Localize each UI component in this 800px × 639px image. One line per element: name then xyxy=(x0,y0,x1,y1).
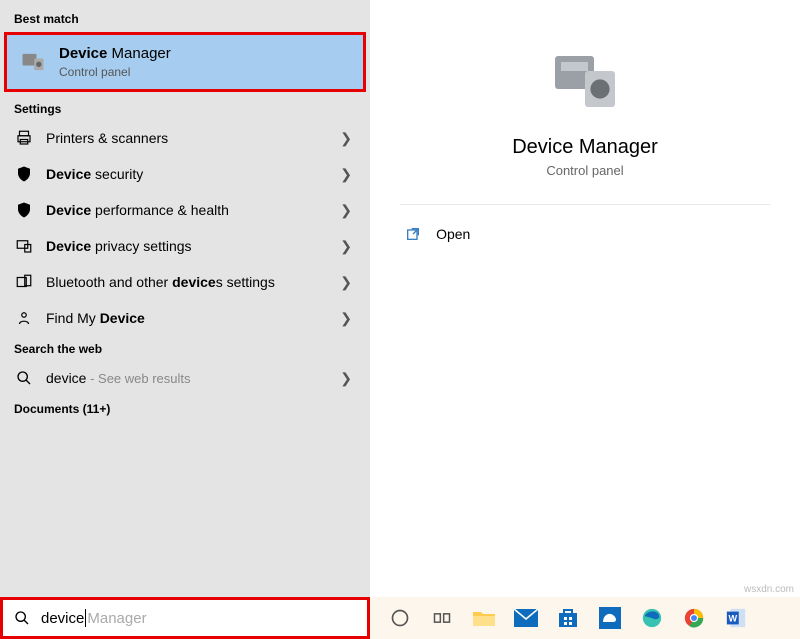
settings-item-device-privacy[interactable]: Device privacy settings ❯ xyxy=(0,228,370,264)
store-icon[interactable] xyxy=(554,604,582,632)
search-icon xyxy=(14,368,34,388)
highlight-best-match: Device Manager Control panel xyxy=(4,32,366,92)
settings-header: Settings xyxy=(0,96,370,120)
settings-item-label: Device performance & health xyxy=(46,202,340,218)
preview-panel: Device Manager Control panel Open xyxy=(370,0,800,597)
findmy-icon xyxy=(14,308,34,328)
chevron-right-icon: ❯ xyxy=(340,202,352,219)
settings-item-label: Bluetooth and other devices settings xyxy=(46,274,340,290)
best-match-title: Device Manager xyxy=(59,45,171,63)
preview-title: Device Manager xyxy=(512,136,658,159)
settings-item-device-security[interactable]: Device security ❯ xyxy=(0,156,370,192)
edge-icon[interactable] xyxy=(638,604,666,632)
settings-item-label: Find My Device xyxy=(46,310,340,326)
search-box[interactable]: device Manager xyxy=(0,597,370,639)
privacy-icon xyxy=(14,236,34,256)
printer-icon xyxy=(14,128,34,148)
chevron-right-icon: ❯ xyxy=(340,370,352,387)
settings-item-bluetooth[interactable]: Bluetooth and other devices settings ❯ xyxy=(0,264,370,300)
shield-icon xyxy=(14,200,34,220)
search-input[interactable]: device Manager xyxy=(41,609,147,627)
open-icon xyxy=(404,225,422,243)
chevron-right-icon: ❯ xyxy=(340,274,352,291)
search-icon xyxy=(13,609,31,627)
action-open-label: Open xyxy=(436,226,470,242)
watermark: wsxdn.com xyxy=(744,584,794,595)
web-result-label: device - See web results xyxy=(46,370,340,386)
shield-icon xyxy=(14,164,34,184)
search-web-header: Search the web xyxy=(0,336,370,360)
search-results-panel: Best match Device Manager Control panel … xyxy=(0,0,370,597)
msn-icon[interactable] xyxy=(596,604,624,632)
best-match-subtitle: Control panel xyxy=(59,65,171,79)
svg-text:W: W xyxy=(728,614,737,624)
preview-subtitle: Control panel xyxy=(546,163,623,178)
settings-item-label: Printers & scanners xyxy=(46,130,340,146)
bluetooth-icon xyxy=(14,272,34,292)
best-match-text: Device Manager Control panel xyxy=(59,45,171,79)
divider xyxy=(400,204,770,205)
chevron-right-icon: ❯ xyxy=(340,310,352,327)
file-explorer-icon[interactable] xyxy=(470,604,498,632)
best-match-item[interactable]: Device Manager Control panel xyxy=(7,35,363,89)
documents-header: Documents (11+) xyxy=(0,396,370,420)
settings-item-device-performance[interactable]: Device performance & health ❯ xyxy=(0,192,370,228)
taskbar: device Manager W xyxy=(0,597,800,639)
settings-item-find-my-device[interactable]: Find My Device ❯ xyxy=(0,300,370,336)
chrome-icon[interactable] xyxy=(680,604,708,632)
word-icon[interactable]: W xyxy=(722,604,750,632)
web-result-item[interactable]: device - See web results ❯ xyxy=(0,360,370,396)
chevron-right-icon: ❯ xyxy=(340,166,352,183)
action-open[interactable]: Open xyxy=(400,219,770,249)
best-match-header: Best match xyxy=(0,6,370,30)
settings-item-label: Device privacy settings xyxy=(46,238,340,254)
settings-item-printers[interactable]: Printers & scanners ❯ xyxy=(0,120,370,156)
cortana-icon[interactable] xyxy=(386,604,414,632)
device-manager-hero-icon xyxy=(545,40,625,120)
settings-item-label: Device security xyxy=(46,166,340,182)
mail-icon[interactable] xyxy=(512,604,540,632)
device-manager-icon xyxy=(19,48,47,76)
task-view-icon[interactable] xyxy=(428,604,456,632)
chevron-right-icon: ❯ xyxy=(340,130,352,147)
taskbar-icons: W xyxy=(370,604,800,632)
chevron-right-icon: ❯ xyxy=(340,238,352,255)
